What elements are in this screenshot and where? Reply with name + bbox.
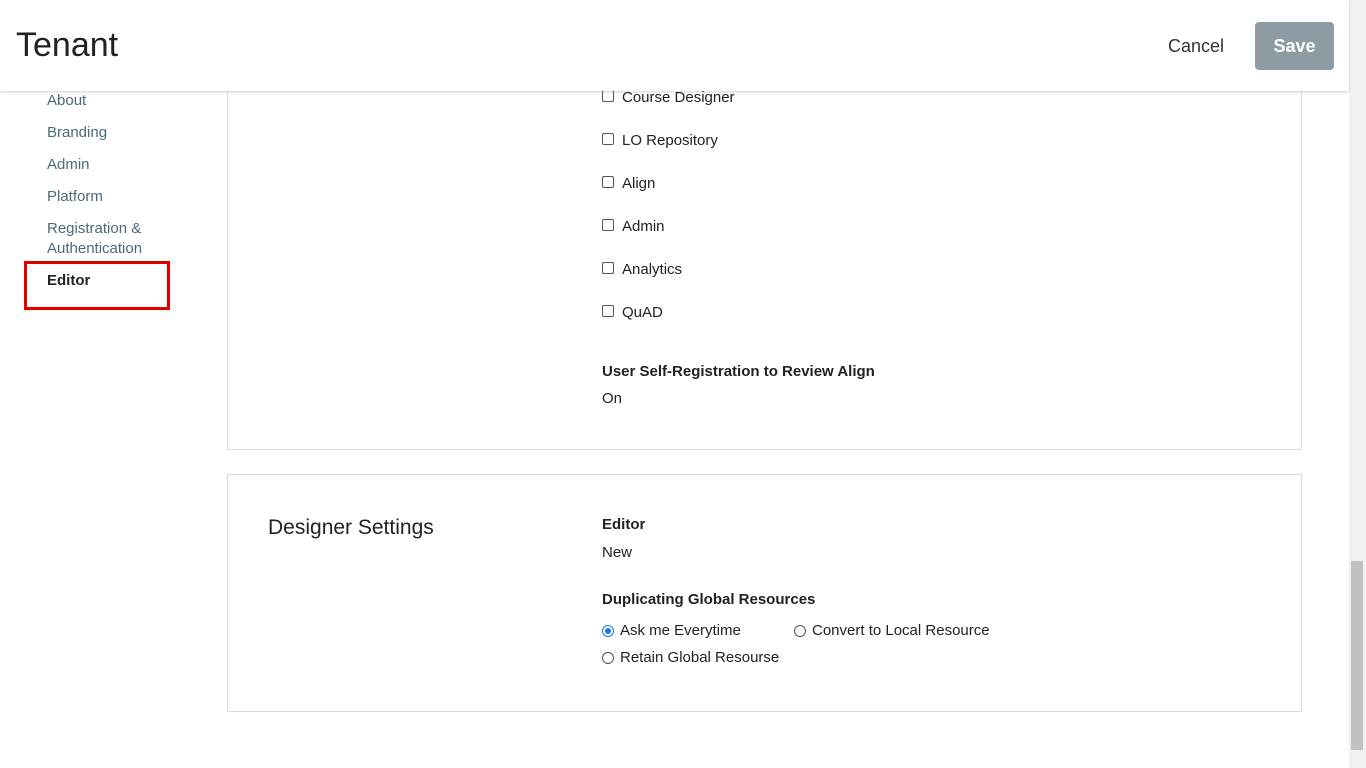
checkbox-label: Admin: [622, 218, 665, 235]
checkbox-label: Align: [622, 175, 656, 192]
checkbox-icon[interactable]: [602, 261, 614, 274]
scrollbar-thumb[interactable]: [1351, 561, 1363, 750]
sidebar-item-admin[interactable]: Admin: [47, 155, 90, 175]
checkbox-icon[interactable]: [602, 175, 614, 188]
page-title: Tenant: [16, 26, 119, 64]
checkbox-label: Course Designer: [622, 89, 735, 106]
sidebar-item-registration[interactable]: Registration &: [47, 219, 141, 239]
editor-value: New: [602, 544, 633, 561]
save-button[interactable]: Save: [1255, 22, 1334, 70]
checkbox-icon[interactable]: [602, 89, 614, 102]
radio-label: Ask me Everytime: [620, 622, 741, 639]
radio-retain-global[interactable]: Retain Global Resourse: [602, 649, 779, 666]
checkbox-icon[interactable]: [602, 304, 614, 317]
sidebar-item-branding[interactable]: Branding: [47, 123, 107, 143]
checkbox-analytics[interactable]: Analytics: [602, 261, 682, 278]
checkbox-icon[interactable]: [602, 218, 614, 231]
sidebar-item-authentication[interactable]: Authentication: [47, 239, 142, 259]
checkbox-lo-repository[interactable]: LO Repository: [602, 132, 718, 149]
self-registration-value: On: [602, 390, 623, 407]
radio-icon[interactable]: [602, 651, 614, 664]
checkbox-align[interactable]: Align: [602, 175, 655, 192]
checkbox-admin[interactable]: Admin: [602, 218, 665, 235]
checkbox-quad[interactable]: QuAD: [602, 304, 663, 321]
radio-checked-icon[interactable]: [602, 624, 614, 637]
radio-convert-to-local[interactable]: Convert to Local Resource: [794, 622, 990, 639]
checkbox-label: Analytics: [622, 261, 683, 278]
apps-card: [227, 60, 1302, 450]
sidebar-item-platform[interactable]: Platform: [47, 187, 103, 207]
radio-label: Convert to Local Resource: [812, 622, 990, 639]
radio-label: Retain Global Resourse: [620, 649, 780, 666]
checkbox-label: LO Repository: [622, 132, 718, 149]
highlight-box: [24, 261, 170, 310]
cancel-button[interactable]: Cancel: [1168, 36, 1224, 57]
page-header: Tenant Cancel Save: [0, 0, 1349, 91]
checkbox-icon[interactable]: [602, 132, 614, 145]
checkbox-label: QuAD: [622, 304, 663, 321]
radio-ask-me-everytime[interactable]: Ask me Everytime: [602, 622, 741, 639]
sidebar-item-about[interactable]: About: [47, 91, 86, 111]
editor-label: Editor: [602, 516, 646, 533]
self-registration-label: User Self-Registration to Review Align: [602, 363, 875, 380]
radio-icon[interactable]: [794, 624, 806, 637]
checkbox-course-designer[interactable]: Course Designer: [602, 89, 735, 106]
designer-settings-title: Designer Settings: [268, 516, 434, 539]
duplicating-label: Duplicating Global Resources: [602, 591, 816, 608]
